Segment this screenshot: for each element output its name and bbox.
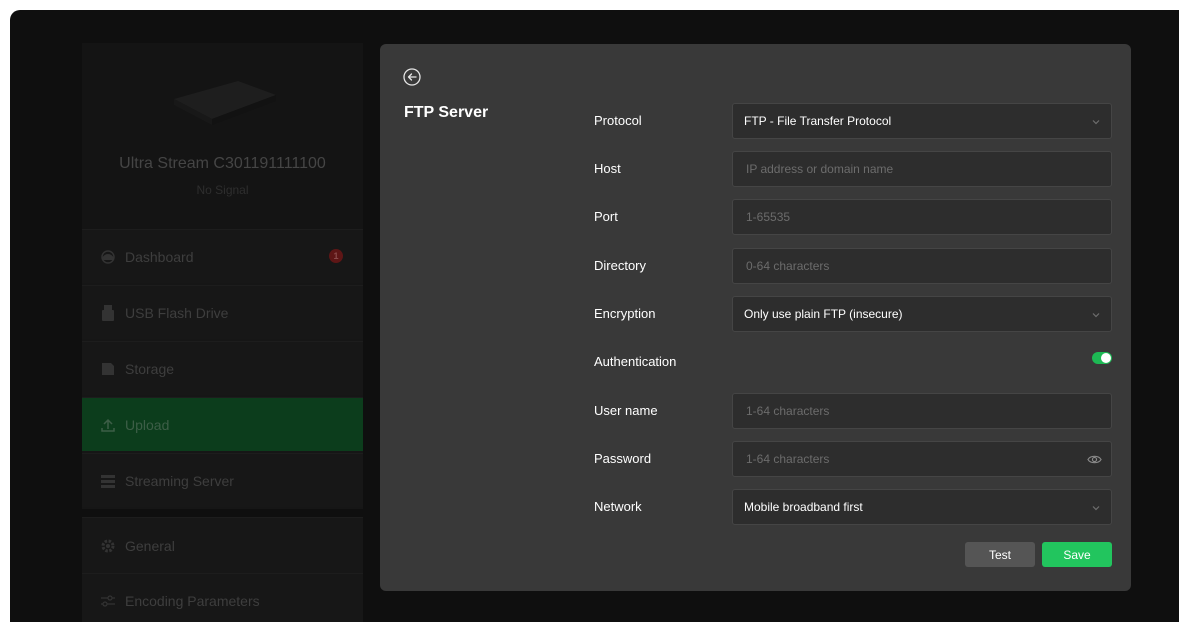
- sidebar-item-label: Upload: [125, 416, 170, 433]
- storage-icon: [99, 360, 117, 378]
- encryption-value: Only use plain FTP (insecure): [744, 307, 903, 321]
- username-field[interactable]: [732, 393, 1112, 429]
- sidebar-item-label: General: [125, 537, 175, 554]
- protocol-value: FTP - File Transfer Protocol: [744, 114, 892, 128]
- sidebar-item-label: Storage: [125, 360, 175, 377]
- back-arrow-icon[interactable]: [403, 68, 421, 86]
- sidebar-item-label: Encoding Parameters: [125, 592, 260, 609]
- upload-icon: [99, 416, 117, 434]
- eye-icon[interactable]: [1087, 452, 1102, 467]
- host-input[interactable]: [744, 161, 1100, 177]
- chevron-down-icon: [1092, 313, 1100, 318]
- sidebar-item-streaming-server[interactable]: Streaming Server: [82, 453, 363, 507]
- sidebar-item-general[interactable]: General: [82, 517, 363, 573]
- gear-icon: [99, 537, 117, 555]
- password-label: Password: [594, 451, 652, 466]
- sidebar-divider: [82, 509, 363, 517]
- sidebar-item-label: Streaming Server: [125, 472, 234, 489]
- sidebar-item-storage[interactable]: Storage: [82, 341, 363, 395]
- directory-label: Directory: [594, 258, 647, 273]
- network-select[interactable]: Mobile broadband first: [732, 489, 1112, 525]
- directory-input[interactable]: [744, 258, 1100, 274]
- port-field[interactable]: [732, 199, 1112, 235]
- encryption-label: Encryption: [594, 306, 656, 321]
- usb-drive-icon: [99, 304, 117, 322]
- username-input[interactable]: [744, 403, 1100, 419]
- chevron-down-icon: [1092, 506, 1100, 511]
- device-name: Ultra Stream C301191111100: [119, 155, 326, 172]
- encryption-select[interactable]: Only use plain FTP (insecure): [732, 296, 1112, 332]
- port-input[interactable]: [744, 209, 1100, 225]
- toggle-knob: [1101, 353, 1111, 363]
- ftp-server-panel: FTP Server Protocol FTP - File Transfer …: [380, 44, 1131, 591]
- host-label: Host: [594, 161, 621, 176]
- authentication-toggle[interactable]: [1092, 352, 1112, 364]
- sidebar-item-upload[interactable]: Upload: [82, 397, 363, 451]
- page-title: FTP Server: [404, 104, 489, 121]
- sidebar-item-encoding-parameters[interactable]: Encoding Parameters: [82, 573, 363, 622]
- directory-field[interactable]: [732, 248, 1112, 284]
- app-window: Ultra Stream C301191111100 No Signal Das…: [10, 10, 1179, 622]
- host-field[interactable]: [732, 151, 1112, 187]
- password-input[interactable]: [744, 451, 1078, 467]
- protocol-label: Protocol: [594, 113, 642, 128]
- sidebar-item-usb-flash-drive[interactable]: USB Flash Drive: [82, 285, 363, 339]
- device-card: Ultra Stream C301191111100 No Signal: [82, 43, 363, 229]
- notification-badge: 1: [329, 249, 343, 263]
- authentication-label: Authentication: [594, 354, 677, 369]
- test-button[interactable]: Test: [965, 542, 1035, 567]
- sidebar-item-dashboard[interactable]: Dashboard 1: [82, 229, 363, 283]
- password-field[interactable]: [732, 441, 1112, 477]
- sidebar: Ultra Stream C301191111100 No Signal Das…: [82, 43, 363, 622]
- save-button[interactable]: Save: [1042, 542, 1112, 567]
- sidebar-item-label: Dashboard: [125, 248, 194, 265]
- chevron-down-icon: [1092, 120, 1100, 125]
- username-label: User name: [594, 403, 658, 418]
- dashboard-icon: [99, 248, 117, 266]
- streaming-server-icon: [99, 472, 117, 490]
- network-label: Network: [594, 499, 642, 514]
- protocol-select[interactable]: FTP - File Transfer Protocol: [732, 103, 1112, 139]
- device-image: [174, 81, 276, 125]
- sliders-icon: [99, 592, 117, 610]
- device-status: No Signal: [196, 183, 249, 197]
- port-label: Port: [594, 209, 618, 224]
- network-value: Mobile broadband first: [744, 500, 863, 514]
- sidebar-item-label: USB Flash Drive: [125, 304, 229, 321]
